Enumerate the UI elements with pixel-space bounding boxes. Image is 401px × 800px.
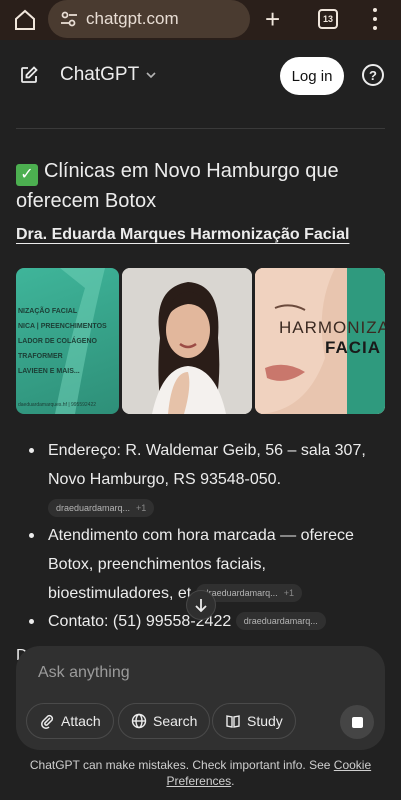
home-icon[interactable] — [13, 8, 37, 32]
book-icon — [226, 715, 240, 728]
heading-text: Clínicas em Novo Hamburgo que oferecem B… — [16, 160, 339, 212]
message-input[interactable]: Ask anything — [38, 664, 130, 682]
source-chip[interactable]: draeduardamarq... +1 — [48, 499, 155, 517]
disclaimer-text: ChatGPT can make mistakes. Check importa… — [29, 758, 334, 772]
image-text-line: LAVIEEN E MAIS... — [18, 368, 80, 375]
arrow-down-icon — [195, 599, 207, 612]
image-title: HARMONIZA — [279, 318, 385, 337]
login-button[interactable]: Log in — [280, 57, 344, 95]
browser-menu-icon[interactable] — [372, 8, 378, 30]
attach-label: Attach — [61, 713, 101, 729]
new-chat-icon[interactable] — [19, 65, 39, 85]
study-label: Study — [247, 713, 283, 729]
source-count: +1 — [136, 503, 147, 513]
list-item: Endereço: R. Waldemar Geib, 56 – sala 30… — [29, 436, 370, 523]
gallery-image-services[interactable]: NIZAÇÃO FACIAL NICA | PREENCHIMENTOS LAD… — [16, 268, 119, 414]
app-header: ChatGPT Log in ? — [0, 40, 401, 110]
response-heading: ✓ Clínicas em Novo Hamburgo que oferecem … — [16, 156, 376, 216]
source-count: +1 — [283, 588, 294, 598]
disclaimer-end: . — [231, 774, 235, 788]
image-text-line: NIZAÇÃO FACIAL — [18, 308, 78, 315]
source-chip[interactable]: draeduardamarq... — [235, 612, 326, 630]
gallery-image-portrait[interactable] — [122, 268, 252, 414]
search-label: Search — [153, 713, 198, 729]
image-text-line: TRAFORMER — [18, 353, 63, 360]
url-text: chatgpt.com — [86, 9, 179, 28]
image-gallery: NIZAÇÃO FACIAL NICA | PREENCHIMENTOS LAD… — [16, 268, 385, 414]
study-button[interactable]: Study — [212, 703, 296, 739]
chevron-down-icon — [146, 72, 156, 79]
model-selector[interactable]: ChatGPT — [60, 64, 157, 86]
browser-toolbar: chatgpt.com + 13 — [0, 0, 401, 40]
app-title-text: ChatGPT — [60, 64, 140, 85]
help-icon[interactable]: ? — [362, 64, 384, 86]
image-text-line: NICA | PREENCHIMENTOS — [18, 323, 107, 330]
portrait-illustration — [122, 268, 252, 414]
image-text-line: LADOR DE COLÁGENO — [18, 338, 97, 345]
attach-button[interactable]: Attach — [26, 703, 114, 739]
image-text-line: daeduardamarques.hf | 995592422 — [18, 402, 97, 408]
disclaimer: ChatGPT can make mistakes. Check importa… — [16, 757, 385, 789]
paperclip-icon — [41, 714, 54, 729]
composer: Ask anything Attach Search Study — [16, 646, 385, 750]
tab-switcher-button[interactable]: 13 — [318, 9, 338, 29]
divider — [16, 128, 385, 129]
stop-icon — [351, 716, 363, 728]
address-bar[interactable]: chatgpt.com — [48, 0, 250, 38]
image-title: FACIA — [325, 338, 381, 357]
list-item-text: Endereço: R. Waldemar Geib, 56 – sala 30… — [48, 442, 366, 488]
check-mark-icon: ✓ — [16, 164, 38, 186]
scroll-to-bottom-button[interactable] — [186, 590, 216, 620]
new-tab-icon[interactable]: + — [265, 6, 280, 32]
site-settings-icon[interactable] — [60, 10, 78, 28]
stop-button[interactable] — [340, 705, 374, 739]
search-button[interactable]: Search — [118, 703, 211, 739]
gallery-image-harmonizacao[interactable]: HARMONIZA FACIA — [255, 268, 385, 414]
clinic-name-link[interactable]: Dra. Eduarda Marques Harmonização Facial — [16, 226, 349, 244]
globe-icon — [131, 713, 147, 729]
